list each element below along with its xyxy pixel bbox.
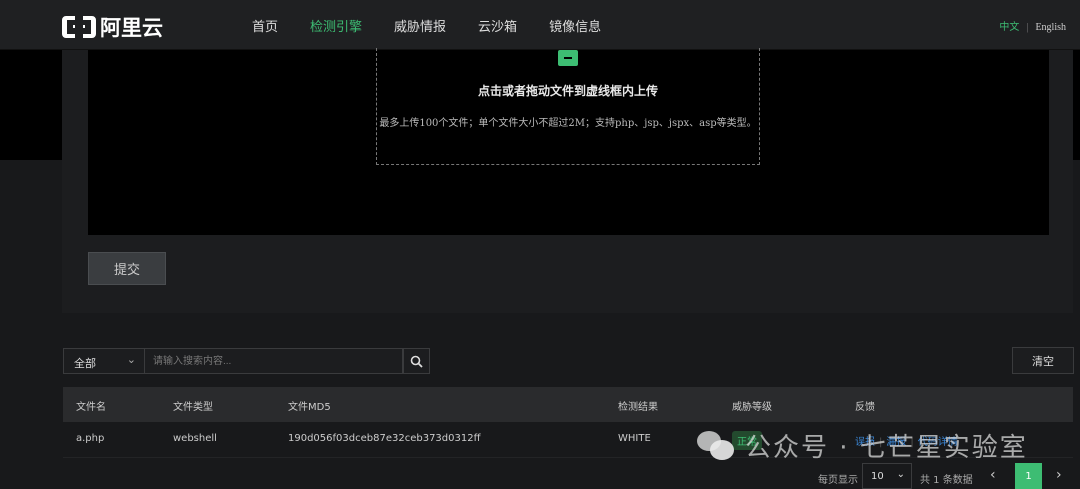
upload-title: 点击或者拖动文件到虚线框内上传 (477, 84, 658, 98)
upload-card: 点击或者拖动文件到虚线框内上传 最多上传100个文件；单个文件大小不超过2M；支… (62, 48, 1073, 313)
nav-sandbox[interactable]: 云沙箱 (478, 16, 517, 35)
col-filename: 文件名 (76, 402, 106, 413)
col-filetype: 文件类型 (173, 402, 213, 413)
lang-zh[interactable]: 中文 (999, 22, 1019, 33)
chevron-down-icon: ⌄ (126, 353, 136, 366)
table-header: 文件名 文件类型 文件MD5 检测结果 威胁等级 反馈 (63, 387, 1073, 422)
col-feedback: 反馈 (855, 402, 875, 413)
aliyun-logo[interactable]: 阿里云 (62, 12, 163, 42)
page-1-button[interactable]: 1 (1015, 463, 1042, 489)
upload-area: 点击或者拖动文件到虚线框内上传 最多上传100个文件；单个文件大小不超过2M；支… (88, 48, 1049, 235)
top-header: 阿里云 首页 检测引擎 威胁情报 云沙箱 镜像信息 中文 | English (0, 0, 1080, 50)
table-row: a.php webshell 190d056f03dceb87e32ceb373… (63, 422, 1073, 458)
filter-select[interactable]: 全部 ⌄ (63, 348, 145, 374)
search-icon (410, 355, 423, 368)
right-panel (1073, 50, 1080, 160)
threat-level-badge: 正常 (732, 431, 762, 450)
nav-detection-engine[interactable]: 检测引擎 (310, 16, 362, 35)
divider: | (879, 437, 883, 448)
nav-threat-intel[interactable]: 威胁情报 (394, 16, 446, 35)
inbox-icon (558, 50, 578, 66)
clear-button[interactable]: 清空 (1012, 347, 1074, 374)
logo-text: 阿里云 (100, 16, 163, 40)
col-result: 检测结果 (618, 402, 658, 413)
next-page-icon[interactable]: › (1056, 467, 1062, 483)
cell-filename: a.php (76, 433, 105, 444)
per-page-select[interactable]: 10 ⌄ (862, 463, 912, 489)
chevron-down-icon: ⌄ (896, 469, 905, 480)
upload-hint: 最多上传100个文件；单个文件大小不超过2M；支持php、jsp、jspx、as… (379, 118, 757, 129)
upload-dropzone[interactable]: 点击或者拖动文件到虚线框内上传 最多上传100个文件；单个文件大小不超过2M；支… (376, 48, 760, 165)
search-input[interactable] (145, 348, 403, 374)
col-md5: 文件MD5 (288, 402, 331, 413)
nav-home[interactable]: 首页 (252, 16, 278, 35)
filter-select-value: 全部 (74, 357, 96, 370)
divider: | (910, 437, 914, 448)
cell-md5: 190d056f03dceb87e32ceb373d0312ff (288, 433, 481, 444)
per-page-label: 每页显示 (818, 475, 858, 486)
col-threat-level: 威胁等级 (732, 402, 772, 413)
submit-button[interactable]: 提交 (88, 252, 166, 285)
per-page-value: 10 (871, 471, 884, 482)
language-switch: 中文 | English (999, 18, 1066, 33)
cell-result: WHITE (618, 433, 651, 444)
feedback-links: 误报 | 漏报 | 代码详情 (855, 433, 962, 448)
prev-page-icon[interactable]: ‹ (990, 467, 996, 483)
lang-en[interactable]: English (1035, 22, 1066, 33)
logo-mark-icon (62, 15, 96, 39)
main-nav: 首页 检测引擎 威胁情报 云沙箱 镜像信息 (252, 16, 633, 35)
pagination: 每页显示 10 ⌄ 共 1 条数据 ‹ 1 › (0, 463, 1080, 489)
left-panel (0, 50, 62, 160)
code-detail-link[interactable]: 代码详情 (918, 437, 958, 448)
total-count: 共 1 条数据 (920, 475, 973, 486)
cell-filetype: webshell (173, 433, 217, 444)
nav-image-info[interactable]: 镜像信息 (549, 16, 601, 35)
search-button[interactable] (403, 348, 430, 374)
false-positive-link[interactable]: 误报 (855, 437, 875, 448)
false-negative-link[interactable]: 漏报 (886, 437, 906, 448)
lang-separator: | (1026, 22, 1029, 33)
